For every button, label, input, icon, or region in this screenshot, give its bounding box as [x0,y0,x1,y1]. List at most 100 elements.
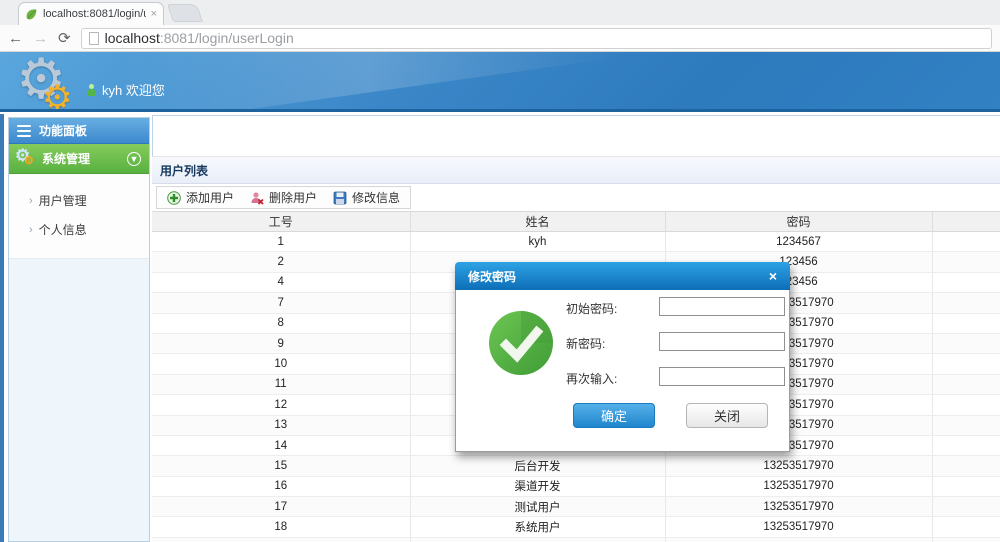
table-cell: 8 [152,313,411,334]
confirm-password-input[interactable] [659,367,785,386]
table-cell [932,516,1000,538]
chevron-down-icon[interactable]: ▼ [127,151,141,166]
table-cell: 15 [152,455,411,477]
table-cell: 测试用户 [410,496,666,518]
app-header-banner: ⚙ ⚙ kyh 欢迎您 [0,52,1000,112]
back-icon[interactable]: ← [8,31,23,46]
user-greeting: kyh 欢迎您 [86,80,165,99]
tab-title: localhost:8081/login/us [43,8,146,20]
content-top-spacer [152,115,1000,157]
browser-url-bar: ← → ⟳ localhost:8081/login/userLogin [0,25,1000,52]
column-header-name[interactable]: 姓名 [410,211,666,232]
close-button[interactable]: 关闭 [686,403,768,428]
edit-info-button[interactable]: 修改信息 [333,189,400,206]
table-cell [410,537,666,542]
table-cell [932,251,1000,273]
menu-list-icon [17,124,31,137]
table-cell: 12 [152,394,411,416]
sidebar-item-personal-info[interactable]: › 个人信息 [9,215,149,244]
add-user-button[interactable]: 添加用户 [167,189,234,206]
sidebar-item-user-management[interactable]: › 用户管理 [9,186,149,215]
table-cell [932,394,1000,416]
sidebar-submenu: › 用户管理 › 个人信息 [9,174,149,259]
add-user-icon [167,190,181,205]
table-cell: 18 [152,516,411,538]
initial-password-input[interactable] [659,297,785,316]
change-password-dialog: 修改密码 × 初始密码: 新密码: 再次输入: 确定 关闭 [455,262,790,452]
table-cell [932,231,1000,253]
table-row[interactable] [152,537,1000,542]
url-path: :8081/login/userLogin [159,30,294,46]
table-cell: 渠道开发 [410,476,666,498]
table-cell [932,272,1000,294]
table-header-row: 工号 姓名 密码 [152,211,1000,232]
confirm-password-label: 再次输入: [566,372,618,386]
screen: localhost:8081/login/us × ← → ⟳ localhos… [0,0,1000,542]
table-cell [665,537,933,542]
sidebar-group-system-management[interactable]: ⚙ ⚙ 系统管理 ▼ [9,144,149,174]
page-body: 功能面板 ⚙ ⚙ 系统管理 ▼ › 用户管理 › 个人信息 用户列表 添加用户 … [0,112,1000,542]
table-cell [932,292,1000,314]
new-password-row: 新密码: [456,332,789,352]
table-cell [932,374,1000,396]
initial-password-row: 初始密码: [456,297,789,317]
table-cell [932,415,1000,436]
panel-title: 用户列表 [160,163,209,178]
table-cell: 13253517970 [665,516,933,538]
delete-user-button[interactable]: 删除用户 [250,189,317,206]
delete-user-icon [251,191,264,205]
table-cell: 10 [152,353,411,375]
arrow-right-icon: › [29,194,33,207]
address-input[interactable]: localhost:8081/login/userLogin [80,27,992,49]
user-icon [86,83,97,96]
table-cell: 1234567 [665,231,933,253]
table-cell [932,476,1000,498]
url-text: localhost:8081/login/userLogin [105,30,294,46]
table-cell: kyh [410,231,666,253]
new-tab-button[interactable] [167,4,203,22]
confirm-password-row: 再次输入: [456,367,789,387]
new-password-label: 新密码: [566,337,606,351]
table-cell: 7 [152,292,411,314]
table-cell: 后台开发 [410,455,666,477]
sidebar: 功能面板 ⚙ ⚙ 系统管理 ▼ › 用户管理 › 个人信息 [8,117,150,542]
table-cell [932,333,1000,355]
table-row[interactable]: 17 测试用户 13253517970 [152,496,1000,518]
table-cell: 13 [152,415,411,436]
dialog-buttons: 确定 关闭 [456,403,789,429]
sidebar-item-label: 个人信息 [38,223,87,237]
dialog-title-bar[interactable]: 修改密码 × [455,262,790,290]
column-header-id[interactable]: 工号 [152,211,411,232]
sidebar-group-label: 系统管理 [42,152,91,166]
spring-leaf-favicon [26,8,37,19]
table-cell: 9 [152,333,411,355]
table-row[interactable]: 15 后台开发 13253517970 [152,455,1000,477]
greeting-text: kyh 欢迎您 [102,83,165,98]
table-cell [932,435,1000,457]
initial-password-label: 初始密码: [566,302,618,316]
edit-info-icon [333,191,347,204]
table-row[interactable]: 18 系统用户 13253517970 [152,516,1000,538]
table-cell: 系统用户 [410,516,666,538]
browser-tab[interactable]: localhost:8081/login/us × [18,2,164,25]
arrow-right-icon: › [29,223,33,236]
refresh-icon[interactable]: ⟳ [58,31,71,46]
confirm-button[interactable]: 确定 [573,403,655,428]
table-cell: 17 [152,496,411,518]
table-row[interactable]: 16 渠道开发 13253517970 [152,476,1000,498]
table-cell [932,353,1000,375]
new-password-input[interactable] [659,332,785,351]
column-header-empty [932,211,1000,232]
left-edge-stripe [0,114,4,542]
table-row[interactable]: 1 kyh 1234567 [152,231,1000,253]
table-cell: 4 [152,272,411,294]
url-host: localhost [104,30,160,46]
forward-icon[interactable]: → [33,31,48,46]
dialog-close-icon[interactable]: × [769,269,777,283]
column-header-password[interactable]: 密码 [665,211,933,232]
dialog-title: 修改密码 [468,269,517,284]
table-cell: 11 [152,374,411,396]
logo-small-gear-icon: ⚙ [42,79,73,112]
tab-close-icon[interactable]: × [151,8,157,20]
table-cell: 14 [152,435,411,457]
